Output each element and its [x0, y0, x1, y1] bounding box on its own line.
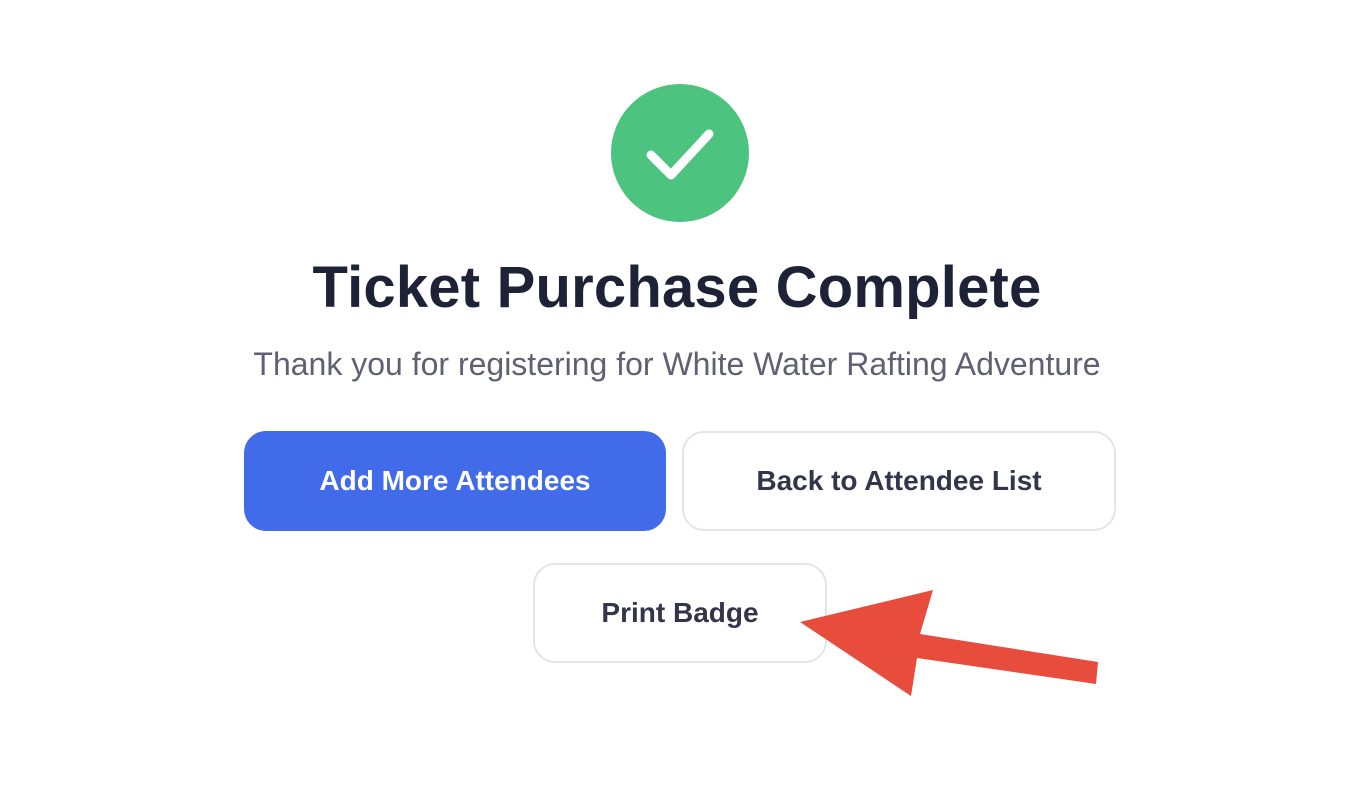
arrow-pointer-icon	[800, 590, 1098, 696]
page-title: Ticket Purchase Complete	[312, 255, 1042, 320]
add-more-attendees-button[interactable]: Add More Attendees	[244, 431, 666, 531]
success-checkmark-icon	[611, 84, 749, 222]
back-to-attendee-list-button[interactable]: Back to Attendee List	[682, 431, 1116, 531]
confirmation-message: Thank you for registering for White Wate…	[253, 346, 1101, 382]
checkmark-icon	[646, 129, 714, 180]
print-badge-button[interactable]: Print Badge	[533, 563, 827, 663]
